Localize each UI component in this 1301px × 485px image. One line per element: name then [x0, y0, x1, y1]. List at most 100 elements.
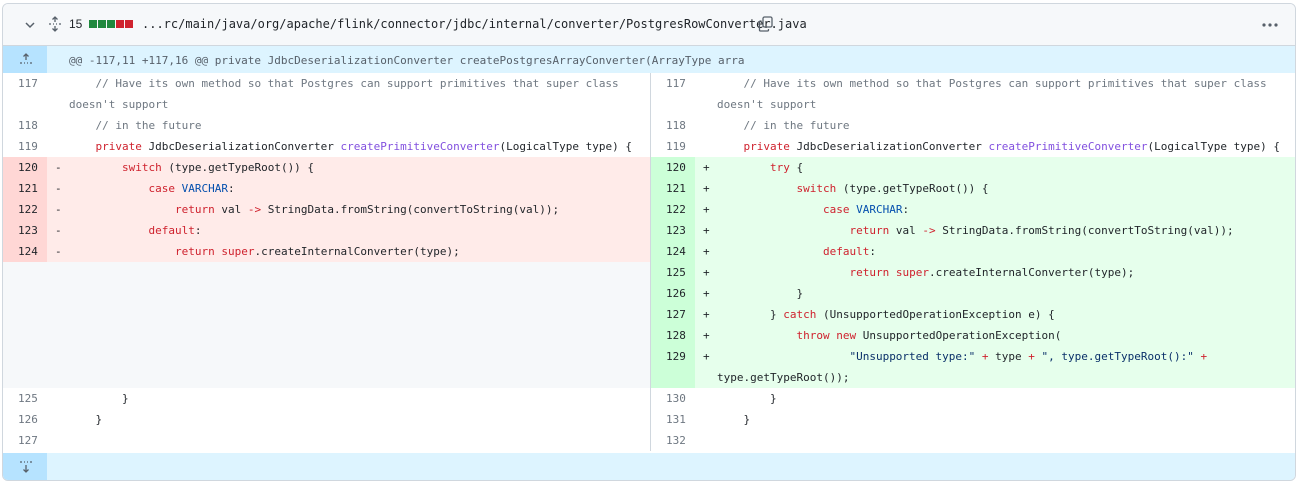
code-line: // Have its own method so that Postgres … — [717, 77, 1274, 111]
diff-marker — [695, 388, 717, 409]
diff-right-side: 117 // Have its own method so that Postg… — [650, 73, 1295, 451]
code-line: return val -> StringData.fromString(conv… — [174, 203, 560, 216]
code-line: // in the future — [69, 119, 202, 132]
code-line: } — [717, 392, 777, 405]
expand-down-button[interactable] — [3, 453, 47, 480]
diff-marker — [695, 430, 717, 451]
code-line: "Unsupported type:" + type + ", type.get… — [717, 350, 1214, 384]
diff-line: 123- default: — [3, 220, 650, 241]
diff-marker: + — [703, 287, 710, 300]
diff-line: 130 } — [651, 388, 1295, 409]
expand-up-icon — [20, 53, 32, 64]
code-line: return val -> StringData.fromString(conv… — [849, 224, 1234, 237]
diff-marker: - — [55, 224, 62, 237]
diff-marker: + — [703, 308, 710, 321]
line-number[interactable]: 117 — [3, 73, 47, 115]
code-line: default: — [822, 245, 876, 258]
change-count: 15 — [69, 17, 83, 31]
line-number[interactable]: 132 — [651, 430, 695, 451]
code-line: switch (type.getTypeRoot()) { — [121, 161, 315, 174]
line-number[interactable]: 122 — [3, 199, 47, 220]
line-number[interactable]: 124 — [3, 241, 47, 262]
copy-icon[interactable] — [758, 16, 774, 32]
line-number[interactable]: 118 — [651, 115, 695, 136]
unfold-icon[interactable] — [48, 16, 62, 32]
kebab-horizontal-icon[interactable] — [1260, 17, 1280, 33]
diff-marker: + — [703, 203, 710, 216]
diff-marker: + — [703, 329, 710, 342]
diff-line: 129 + "Unsupported type:" + type + ", typ… — [651, 346, 1295, 388]
diff-marker: - — [55, 203, 62, 216]
line-number[interactable]: 118 — [3, 115, 47, 136]
line-number[interactable]: 117 — [651, 73, 695, 115]
diff-marker — [695, 73, 717, 115]
expand-up-button[interactable] — [3, 46, 47, 73]
diff-line: 126 } — [3, 409, 650, 430]
line-number[interactable]: 128 — [651, 325, 695, 346]
diff-line: 124- return super.createInternalConverte… — [3, 241, 650, 262]
code-line: return super.createInternalConverter(typ… — [174, 245, 460, 258]
diff-line: 125 + return super.createInternalConverte… — [651, 262, 1295, 283]
line-number[interactable]: 121 — [651, 178, 695, 199]
hunk-header: @@ -117,11 +117,16 @@ private JdbcDeseri… — [69, 54, 745, 67]
diff-line: 122 + case VARCHAR: — [651, 199, 1295, 220]
diff-line: 118 // in the future — [3, 115, 650, 136]
code-line: private JdbcDeserializationConverter cre… — [743, 140, 1280, 153]
diffstat-square — [89, 20, 97, 28]
diff-marker: - — [55, 161, 62, 174]
code-line: } — [717, 413, 751, 426]
line-number[interactable]: 119 — [3, 136, 47, 157]
chevron-down-icon[interactable] — [24, 19, 36, 31]
hunk-footer-row — [3, 453, 1295, 480]
code-line: case VARCHAR: — [822, 203, 910, 216]
line-number[interactable]: 130 — [651, 388, 695, 409]
line-number[interactable]: 127 — [3, 430, 47, 451]
diff-line: 125 } — [3, 388, 650, 409]
diffstat-square — [116, 20, 124, 28]
diff-marker: + — [703, 224, 710, 237]
line-number[interactable]: 126 — [651, 283, 695, 304]
line-number[interactable]: 131 — [651, 409, 695, 430]
code-line: default: — [148, 224, 202, 237]
line-number[interactable]: 121 — [3, 178, 47, 199]
line-number[interactable]: 123 — [3, 220, 47, 241]
diff-marker — [695, 115, 717, 136]
line-number[interactable]: 127 — [651, 304, 695, 325]
diff-file: 15 ...rc/main/java/org/apache/flink/conn… — [2, 3, 1296, 481]
diff-line: 127 + } catch (UnsupportedOperationExcept… — [651, 304, 1295, 325]
line-number[interactable]: 125 — [651, 262, 695, 283]
diff-left-side: 117 // Have its own method so that Postg… — [3, 73, 650, 451]
code-line: // in the future — [717, 119, 850, 132]
diff-marker: + — [703, 161, 710, 174]
diff-marker — [695, 136, 717, 157]
line-number[interactable]: 125 — [3, 388, 47, 409]
diffstat-square — [125, 20, 133, 28]
diff-line: 121- case VARCHAR: — [3, 178, 650, 199]
line-number[interactable]: 129 — [651, 346, 695, 388]
diff-marker — [47, 73, 69, 115]
diff-marker — [47, 136, 69, 157]
code-line: private JdbcDeserializationConverter cre… — [95, 140, 632, 153]
diff-line: 132 — [651, 430, 1295, 451]
code-line: } catch (UnsupportedOperationException e… — [717, 308, 1055, 321]
diff-line: 117 // Have its own method so that Postg… — [651, 73, 1295, 115]
code-line: throw new UnsupportedOperationException( — [796, 329, 1062, 342]
line-number[interactable]: 122 — [651, 199, 695, 220]
file-path[interactable]: ...rc/main/java/org/apache/flink/connect… — [142, 17, 807, 31]
line-number[interactable]: 126 — [3, 409, 47, 430]
line-number[interactable]: 124 — [651, 241, 695, 262]
line-number[interactable]: 119 — [651, 136, 695, 157]
diff-marker — [695, 409, 717, 430]
file-header: 15 ...rc/main/java/org/apache/flink/conn… — [3, 4, 1295, 46]
line-number[interactable]: 120 — [651, 157, 695, 178]
diffstat-bar — [89, 20, 133, 28]
hunk-header-row: @@ -117,11 +117,16 @@ private JdbcDeseri… — [3, 46, 1295, 73]
diff-line: 120- switch (type.getTypeRoot()) { — [3, 157, 650, 178]
diff-marker: + — [703, 182, 710, 195]
code-line: return super.createInternalConverter(typ… — [849, 266, 1135, 279]
line-number[interactable]: 123 — [651, 220, 695, 241]
diff-line: 120 + try { — [651, 157, 1295, 178]
line-number[interactable]: 120 — [3, 157, 47, 178]
diff-marker: - — [55, 245, 62, 258]
